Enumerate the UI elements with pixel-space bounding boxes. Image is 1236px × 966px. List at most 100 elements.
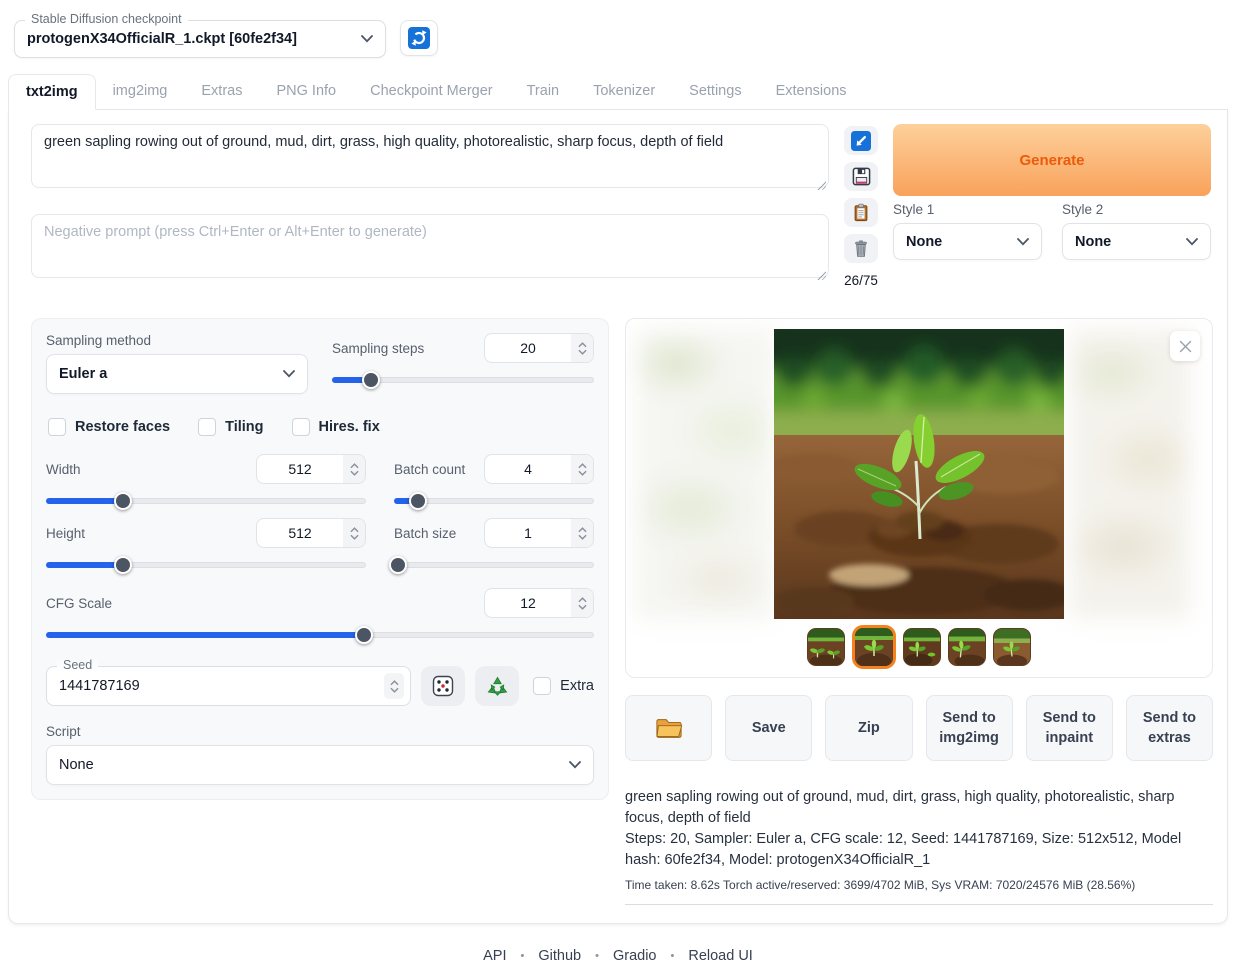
checkpoint-header: Stable Diffusion checkpoint protogenX34O… [0,0,1236,58]
refresh-checkpoints-button[interactable] [400,20,438,56]
zip-button[interactable]: Zip [825,695,912,761]
gallery-thumbnail[interactable] [993,628,1031,666]
main-tabs: txt2img img2img Extras PNG Info Checkpoi… [8,74,1228,110]
number-stepper[interactable] [571,519,593,547]
chevron-down-icon [361,35,373,43]
footer: API• Github• Gradio• Reload UI python: 3… [0,948,1236,966]
extra-seed-checkbox[interactable]: Extra [533,677,594,695]
gallery-thumbnail-selected[interactable] [852,625,896,669]
style1-dropdown[interactable]: None [893,223,1042,260]
generate-button[interactable]: Generate [893,124,1211,196]
number-stepper[interactable] [384,673,404,699]
checkbox-box[interactable] [198,418,216,436]
footer-link-reload-ui[interactable]: Reload UI [688,948,752,964]
sampling-steps-input[interactable]: 20 [484,333,594,363]
gallery-blur-left [636,329,774,619]
style1-label: Style 1 [893,202,1042,217]
tab-checkpoint-merger[interactable]: Checkpoint Merger [353,74,510,109]
number-stepper[interactable] [343,455,365,483]
footer-link-api[interactable]: API [483,948,506,964]
sampling-steps-label: Sampling steps [332,341,424,356]
save-button[interactable]: Save [725,695,812,761]
style2-dropdown[interactable]: None [1062,223,1211,260]
batch-count-label: Batch count [394,462,465,477]
footer-link-gradio[interactable]: Gradio [613,948,657,964]
checkbox-box[interactable] [48,418,66,436]
style2-value: None [1075,234,1111,250]
height-slider[interactable] [46,556,366,574]
seed-label: Seed [57,658,98,672]
random-seed-button[interactable] [421,666,465,706]
cfg-scale-input[interactable]: 12 [484,588,594,618]
clipboard-icon [852,203,870,222]
tab-settings[interactable]: Settings [672,74,758,109]
hires-fix-checkbox[interactable]: Hires. fix [292,418,380,436]
gallery-blur-right [1070,329,1190,619]
negative-prompt-input[interactable] [31,214,829,278]
number-stepper[interactable] [343,519,365,547]
save-style-button[interactable] [844,162,878,191]
number-stepper[interactable] [571,334,593,362]
height-input[interactable]: 512 [256,518,366,548]
number-stepper[interactable] [571,589,593,617]
reuse-seed-button[interactable] [475,666,519,706]
restore-faces-checkbox[interactable]: Restore faces [48,418,170,436]
checkpoint-dropdown[interactable]: Stable Diffusion checkpoint protogenX34O… [14,20,386,58]
generation-settings-panel: Sampling method Euler a Sampling steps 2… [31,318,609,800]
close-gallery-button[interactable] [1170,331,1200,361]
gallery-thumbnail[interactable] [807,628,845,666]
open-folder-button[interactable] [625,695,712,761]
send-to-inpaint-button[interactable]: Send to inpaint [1026,695,1113,761]
sampling-steps-slider[interactable] [332,371,594,389]
apply-style-button[interactable] [844,198,878,227]
checkbox-box[interactable] [292,418,310,436]
width-slider[interactable] [46,492,366,510]
width-input[interactable]: 512 [256,454,366,484]
tab-tokenizer[interactable]: Tokenizer [576,74,672,109]
tab-extensions[interactable]: Extensions [759,74,864,109]
txt2img-panel: green sapling rowing out of ground, mud,… [8,110,1228,924]
batch-count-input[interactable]: 4 [484,454,594,484]
style1-value: None [906,234,942,250]
cfg-scale-slider[interactable] [46,626,594,644]
prompt-input[interactable]: green sapling rowing out of ground, mud,… [31,124,829,188]
floppy-disk-icon [852,167,871,186]
batch-count-slider[interactable] [394,492,594,510]
sampling-method-dropdown[interactable]: Euler a [46,354,308,394]
gallery-thumbnail[interactable] [903,628,941,666]
tab-img2img[interactable]: img2img [96,74,185,109]
chevron-down-icon [283,370,295,378]
footer-link-github[interactable]: Github [538,948,581,964]
arrow-down-left-icon [851,131,871,151]
batch-size-input[interactable]: 1 [484,518,594,548]
script-label: Script [46,724,594,739]
tab-extras[interactable]: Extras [184,74,259,109]
recycle-icon [486,675,509,698]
tiling-checkbox[interactable]: Tiling [198,418,263,436]
gallery-thumbnail[interactable] [948,628,986,666]
clear-prompt-button[interactable] [844,234,878,263]
tab-png-info[interactable]: PNG Info [259,74,353,109]
paste-generation-params-button[interactable] [844,126,878,155]
result-gallery [625,318,1213,678]
token-counter: 26/75 [844,273,878,288]
tab-txt2img[interactable]: txt2img [8,74,96,110]
height-label: Height [46,526,85,541]
close-icon [1179,340,1192,353]
number-stepper[interactable] [571,455,593,483]
tab-train[interactable]: Train [510,74,577,109]
script-dropdown[interactable]: None [46,745,594,785]
generation-info: green sapling rowing out of ground, mud,… [625,787,1213,905]
checkbox-box[interactable] [533,677,551,695]
batch-size-label: Batch size [394,526,456,541]
chevron-down-icon [569,761,581,769]
batch-size-slider[interactable] [394,556,594,574]
sampling-method-label: Sampling method [46,333,308,348]
send-to-extras-button[interactable]: Send to extras [1126,695,1213,761]
generated-image[interactable] [774,329,1064,619]
send-to-img2img-button[interactable]: Send to img2img [926,695,1013,761]
info-performance: Time taken: 8.62s Torch active/reserved:… [625,877,1213,894]
refresh-icon [408,27,430,49]
seed-input[interactable]: Seed 1441787169 [46,666,411,706]
trash-icon [852,239,870,258]
